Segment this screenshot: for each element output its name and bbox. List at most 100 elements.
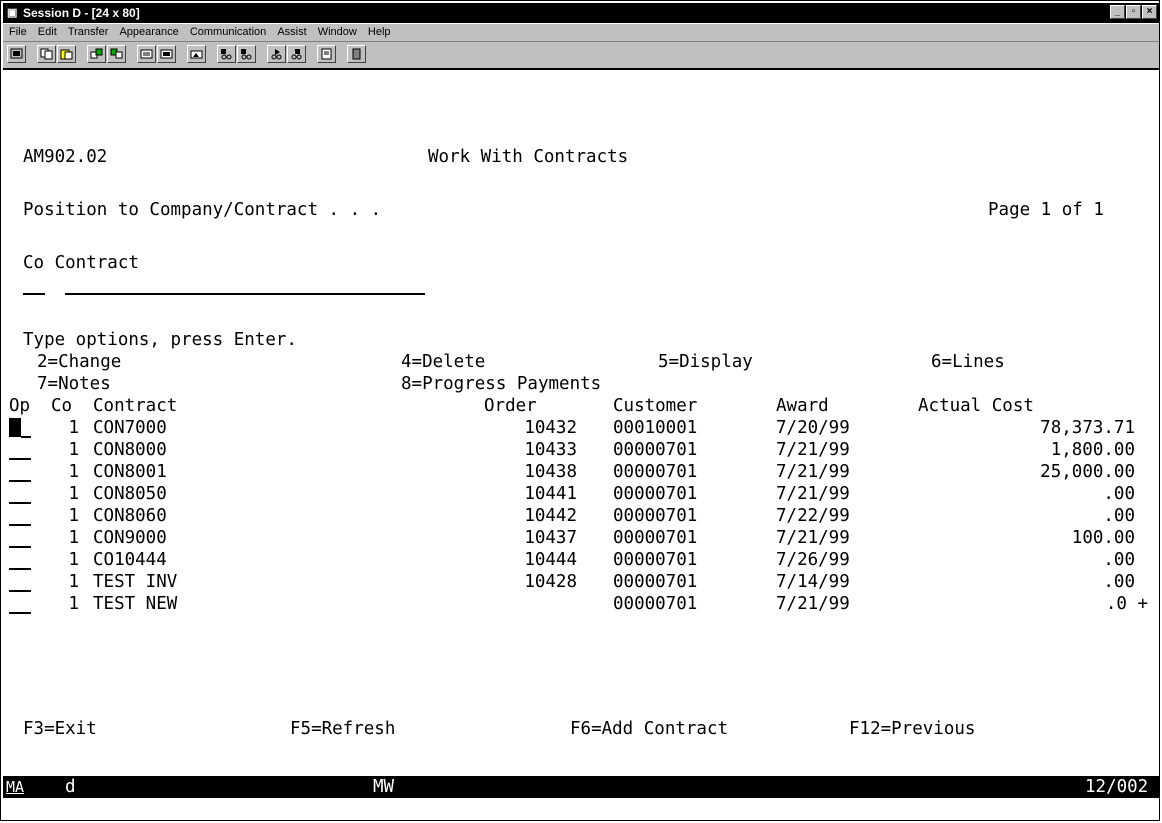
row-actual-cost: .0 +	[1105, 594, 1148, 614]
print-screen-icon	[10, 48, 23, 59]
col-award: Award	[776, 396, 829, 416]
option-notes: 7=Notes	[37, 374, 111, 394]
row-award: 7/26/99	[776, 550, 850, 570]
stop-record-button[interactable]	[237, 45, 256, 63]
session-indicator: MA	[6, 778, 25, 796]
option-input[interactable]	[9, 524, 31, 526]
row-order: 10432	[524, 418, 577, 438]
row-co: 1	[68, 440, 79, 460]
toolbar	[3, 42, 1159, 70]
co-contract-label: Co Contract	[23, 253, 139, 273]
display-button[interactable]	[157, 45, 176, 63]
menu-bar: File Edit Transfer Appearance Communicat…	[3, 24, 1159, 42]
row-actual-cost: 78,373.71	[1040, 418, 1135, 438]
option-input[interactable]	[9, 502, 31, 504]
exit-icon	[352, 48, 361, 60]
macro-button[interactable]	[187, 45, 206, 63]
keypad-icon	[140, 49, 153, 59]
play-stop-icon	[291, 49, 302, 60]
option-input[interactable]	[9, 612, 31, 614]
row-award: 7/21/99	[776, 528, 850, 548]
keypad-button[interactable]	[137, 45, 156, 63]
window-title: Session D - [24 x 80]	[23, 6, 140, 20]
screen-title: Work With Contracts	[428, 147, 629, 167]
send-file-button[interactable]	[87, 45, 106, 63]
option-input[interactable]	[9, 568, 31, 570]
record-icon	[221, 49, 232, 60]
option-input[interactable]	[9, 458, 31, 460]
row-customer: 00000701	[613, 462, 698, 482]
record-macro-button[interactable]	[217, 45, 236, 63]
row-customer: 00000701	[613, 506, 698, 526]
col-order: Order	[484, 396, 537, 416]
copy-button[interactable]	[37, 45, 56, 63]
option-input[interactable]	[9, 480, 31, 482]
col-op: Op	[9, 396, 31, 416]
row-actual-cost: .00	[1103, 572, 1135, 592]
position-to-label: Position to Company/Contract . . .	[23, 200, 382, 220]
row-order: 10441	[524, 484, 577, 504]
menu-appearance[interactable]: Appearance	[119, 24, 178, 41]
row-award: 7/21/99	[776, 594, 850, 614]
system-menu-icon[interactable]: ▣	[7, 7, 19, 19]
cursor-position: 12/002	[1085, 777, 1149, 797]
print-screen-button[interactable]	[7, 45, 26, 63]
row-co: 1	[68, 462, 79, 482]
play-macro-button[interactable]	[267, 45, 286, 63]
paste-icon	[60, 49, 73, 60]
row-order: 10438	[524, 462, 577, 482]
terminal-screen[interactable]: AM902.02 Work With Contracts Position to…	[3, 70, 1159, 776]
fkey-add-contract[interactable]: F6=Add Contract	[570, 718, 728, 740]
menu-window[interactable]: Window	[318, 24, 357, 41]
title-bar: ▣ Session D - [24 x 80] _ ▫ ×	[3, 3, 1159, 23]
row-co: 1	[68, 594, 79, 614]
clipboard-button[interactable]	[317, 45, 336, 63]
receive-file-button[interactable]	[107, 45, 126, 63]
col-co: Co	[51, 396, 73, 416]
row-co: 1	[68, 572, 79, 592]
row-order: 10433	[524, 440, 577, 460]
row-customer: 00000701	[613, 484, 698, 504]
play-stop-button[interactable]	[287, 45, 306, 63]
position-co-input[interactable]	[23, 293, 45, 295]
exit-button[interactable]	[347, 45, 366, 63]
col-actual-cost: Actual Cost	[918, 396, 1034, 416]
row-actual-cost: .00	[1103, 484, 1135, 504]
option-progress-payments: 8=Progress Payments	[401, 374, 602, 394]
position-contract-input[interactable]	[65, 293, 425, 295]
stop-record-icon	[241, 49, 252, 60]
page-indicator: Page 1 of 1	[988, 200, 1104, 220]
minimize-button[interactable]: _	[1110, 5, 1125, 19]
row-contract: CON8060	[93, 506, 167, 526]
fkey-exit[interactable]: F3=Exit	[23, 718, 97, 740]
option-input[interactable]	[9, 590, 31, 592]
option-change: 2=Change	[37, 352, 122, 372]
row-customer: 00010001	[613, 418, 698, 438]
option-input[interactable]	[21, 436, 31, 438]
menu-file[interactable]: File	[9, 24, 27, 41]
program-id: AM902.02	[23, 147, 108, 167]
menu-help[interactable]: Help	[368, 24, 391, 41]
fkey-refresh[interactable]: F5=Refresh	[290, 718, 395, 740]
menu-assist[interactable]: Assist	[277, 24, 306, 41]
row-contract: CO10444	[93, 550, 167, 570]
paste-button[interactable]	[57, 45, 76, 63]
cursor-block	[9, 418, 21, 437]
option-input[interactable]	[9, 546, 31, 548]
menu-edit[interactable]: Edit	[38, 24, 57, 41]
row-customer: 00000701	[613, 440, 698, 460]
operator-info-area: MA d MW 12/002	[3, 776, 1159, 798]
close-button[interactable]: ×	[1142, 5, 1157, 19]
row-co: 1	[68, 484, 79, 504]
play-icon	[271, 49, 282, 60]
maximize-button[interactable]: ▫	[1126, 5, 1141, 19]
menu-communication[interactable]: Communication	[190, 24, 266, 41]
menu-transfer[interactable]: Transfer	[68, 24, 109, 41]
row-customer: 00000701	[613, 550, 698, 570]
fkey-previous[interactable]: F12=Previous	[849, 718, 975, 740]
col-customer: Customer	[613, 396, 698, 416]
send-icon	[90, 48, 103, 59]
emulator-window: ▣ Session D - [24 x 80] _ ▫ × File Edit …	[0, 0, 1160, 821]
clipboard-icon	[321, 48, 332, 60]
row-co: 1	[68, 528, 79, 548]
